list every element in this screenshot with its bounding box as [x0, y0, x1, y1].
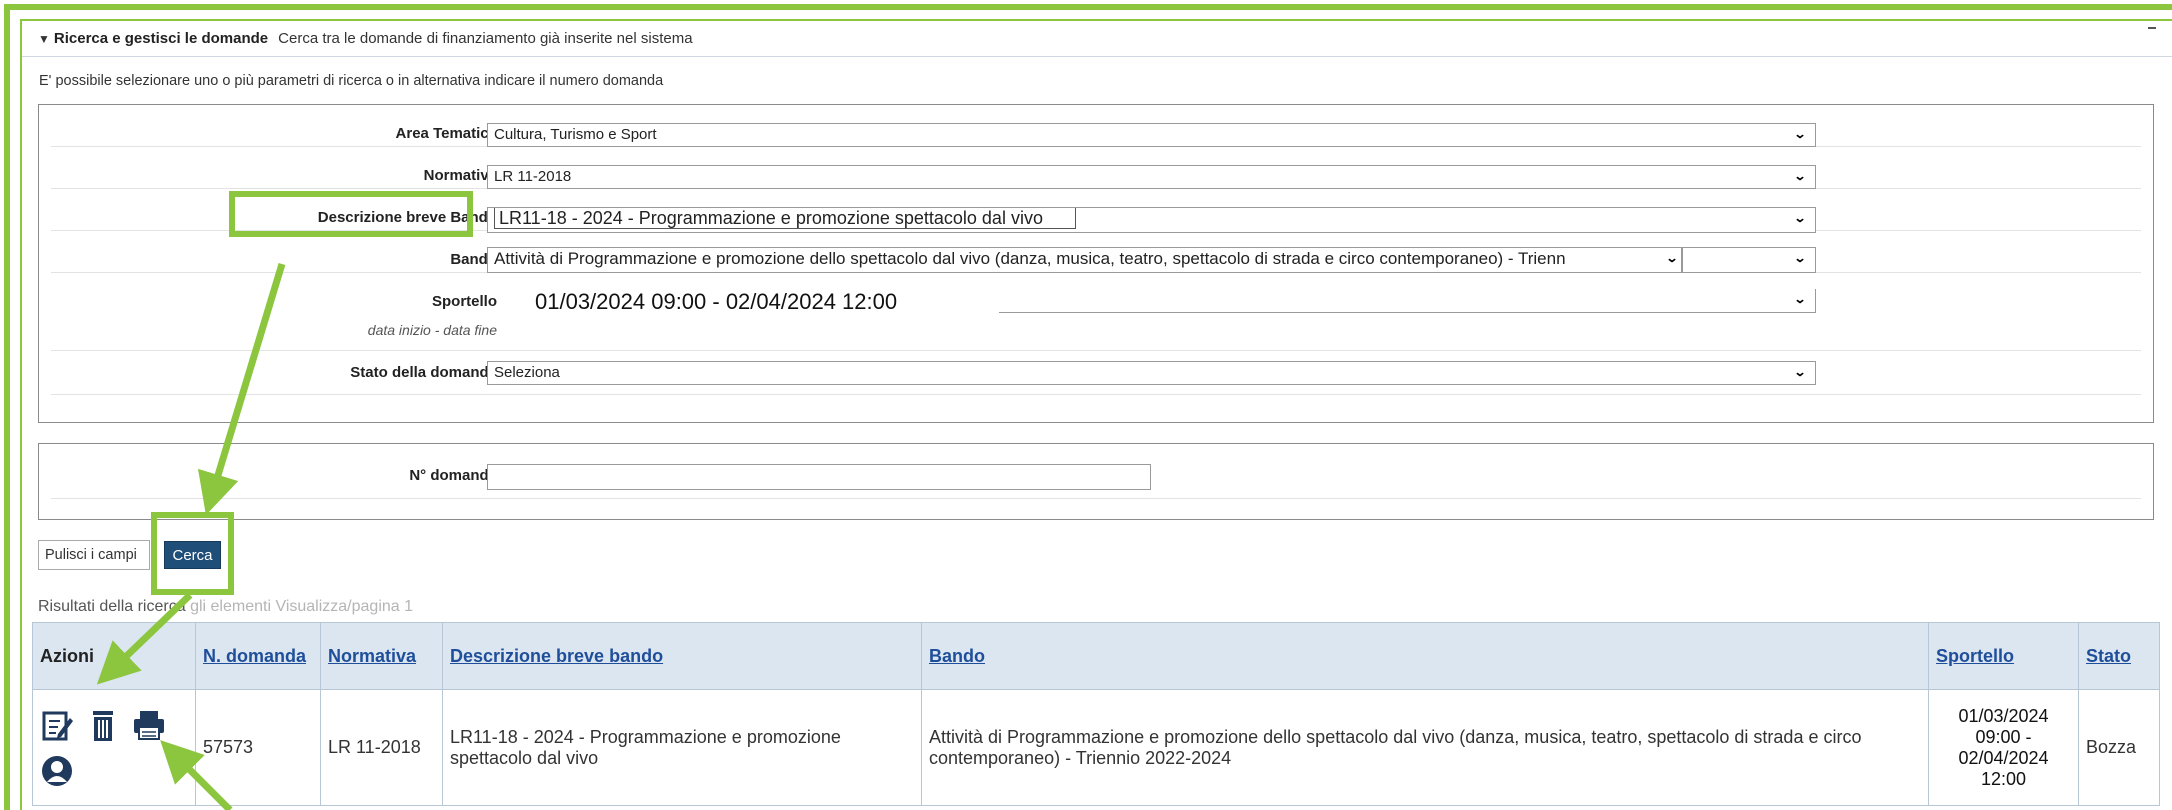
sportello-value: 01/03/2024 09:00 - 02/04/2024 12:00 — [535, 289, 898, 314]
numero-domanda-box: N° domanda — [38, 443, 2154, 520]
chevron-down-icon: ⌄ — [1665, 251, 1679, 265]
cell-descrizione: LR11-18 - 2024 - Programmazione e promoz… — [442, 689, 922, 806]
descrizione-bando-label: Descrizione breve Bando — [317, 209, 497, 226]
results-ghost-text: gli elementi Visualizza/pagina 1 — [190, 598, 414, 615]
normativa-value: LR 11-2018 — [494, 168, 572, 185]
minimize-icon[interactable] — [2148, 27, 2156, 29]
trash-icon[interactable] — [86, 708, 120, 742]
sportello-label: Sportello — [431, 293, 497, 310]
row-stato: Stato della domanda Seleziona ⌄ — [51, 351, 2141, 395]
chevron-down-icon: ⌄ — [1793, 292, 1807, 306]
area-tematica-value: Cultura, Turismo e Sport — [494, 126, 657, 143]
area-tematica-select[interactable]: Cultura, Turismo e Sport ⌄ — [487, 123, 1816, 147]
table-header-row: Azioni N. domanda Normativa Descrizione … — [32, 622, 2160, 690]
user-icon[interactable] — [40, 754, 74, 788]
stato-select[interactable]: Seleziona ⌄ — [487, 361, 1816, 385]
print-icon[interactable] — [132, 708, 166, 742]
sort-n-domanda-link[interactable]: N. domanda — [203, 646, 306, 666]
bando-select[interactable]: Attività di Programmazione e promozione … — [487, 247, 1682, 273]
area-tematica-label: Area Tematica — [395, 125, 497, 142]
normativa-select[interactable]: LR 11-2018 ⌄ — [487, 165, 1816, 189]
sort-normativa-link[interactable]: Normativa — [328, 646, 416, 666]
clear-fields-button[interactable]: Pulisci i campi — [38, 540, 150, 570]
row-bando: Bando Attività di Programmazione e promo… — [51, 231, 2141, 273]
numero-domanda-label: N° domanda — [409, 467, 497, 484]
descrizione-bando-value: LR11-18 - 2024 - Programmazione e promoz… — [494, 208, 1076, 229]
search-button[interactable]: Cerca — [164, 541, 221, 569]
stato-label: Stato della domanda — [350, 364, 497, 381]
bando-value: Attività di Programmazione e promozione … — [494, 249, 1566, 268]
cell-bando: Attività di Programmazione e promozione … — [921, 689, 1929, 806]
results-table: Azioni N. domanda Normativa Descrizione … — [32, 622, 2160, 806]
chevron-down-icon: ⌄ — [1793, 365, 1807, 379]
row-numero-domanda: N° domanda — [51, 444, 2141, 499]
descrizione-bando-select[interactable]: LR11-18 - 2024 - Programmazione e promoz… — [487, 207, 1816, 233]
header-bando[interactable]: Bando — [921, 622, 1929, 690]
cell-sportello: 01/03/2024 09:00 - 02/04/2024 12:00 — [1928, 689, 2079, 806]
collapse-triangle-icon[interactable]: ▼ — [38, 32, 50, 46]
stato-value: Seleziona — [494, 364, 560, 381]
chevron-down-icon: ⌄ — [1793, 251, 1807, 265]
row-sportello: Sportello data inizio - data fine ⌄ 01/0… — [51, 273, 2141, 351]
panel-header[interactable]: ▼ Ricerca e gestisci le domande Cerca tr… — [22, 21, 2172, 57]
chevron-down-icon: ⌄ — [1793, 127, 1807, 141]
search-filters-box: Area Tematica Cultura, Turismo e Sport ⌄… — [38, 104, 2154, 423]
table-row: 57573 LR 11-2018 LR11-18 - 2024 - Progra… — [32, 689, 2160, 806]
chevron-down-icon: ⌄ — [1793, 211, 1807, 225]
edit-icon[interactable] — [40, 708, 74, 742]
numero-domanda-input[interactable] — [487, 464, 1151, 490]
sportello-select[interactable]: ⌄ — [999, 289, 1816, 313]
row-normativa: Normativa LR 11-2018 ⌄ — [51, 147, 2141, 189]
cell-azioni — [32, 689, 196, 806]
header-descrizione[interactable]: Descrizione breve bando — [442, 622, 922, 690]
sort-sportello-link[interactable]: Sportello — [1936, 646, 2014, 666]
sportello-sublabel: data inizio - data fine — [367, 322, 497, 338]
intro-text: E' possibile selezionare uno o più param… — [39, 73, 664, 89]
header-n-domanda[interactable]: N. domanda — [195, 622, 321, 690]
normativa-label: Normativa — [423, 167, 497, 184]
panel-subtitle: Cerca tra le domande di finanziamento gi… — [278, 30, 693, 47]
chevron-down-icon: ⌄ — [1793, 169, 1807, 183]
sort-stato-link[interactable]: Stato — [2086, 646, 2131, 666]
header-sportello[interactable]: Sportello — [1928, 622, 2079, 690]
cell-stato: Bozza — [2078, 689, 2160, 806]
header-azioni: Azioni — [32, 622, 196, 690]
sort-bando-link[interactable]: Bando — [929, 646, 985, 666]
header-normativa[interactable]: Normativa — [320, 622, 443, 690]
results-caption: Risultati della ricerca gli elementi Vis… — [38, 598, 413, 616]
row-descrizione-bando: Descrizione breve Bando LR11-18 - 2024 -… — [51, 189, 2141, 233]
sort-descrizione-link[interactable]: Descrizione breve bando — [450, 646, 663, 666]
cell-normativa: LR 11-2018 — [320, 689, 443, 806]
header-stato[interactable]: Stato — [2078, 622, 2160, 690]
panel-title: Ricerca e gestisci le domande — [53, 30, 269, 47]
cell-numero: 57573 — [195, 689, 321, 806]
row-area-tematica: Area Tematica Cultura, Turismo e Sport ⌄ — [51, 105, 2141, 147]
bando-secondary-select[interactable]: ⌄ — [1682, 247, 1816, 273]
results-title: Risultati della ricerca — [38, 598, 186, 615]
